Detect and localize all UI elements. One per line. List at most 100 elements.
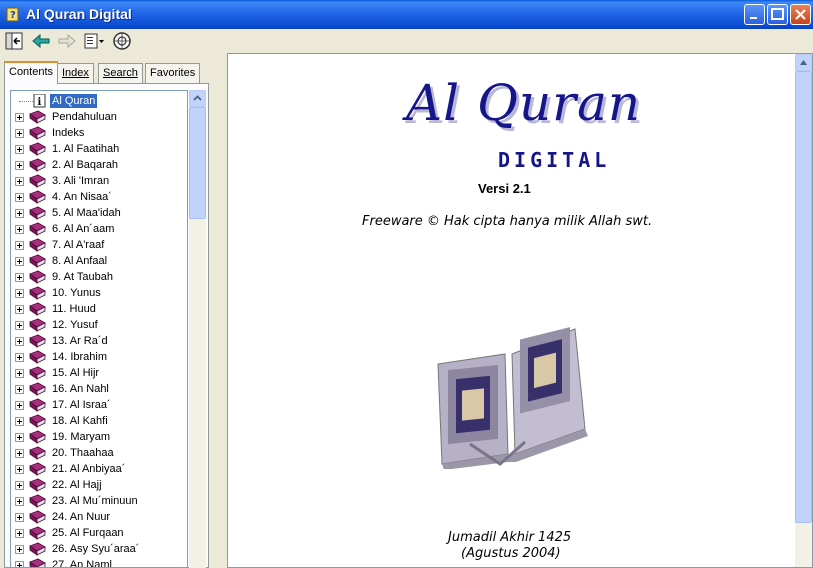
expand-icon[interactable]: [15, 353, 24, 362]
expand-icon[interactable]: [15, 433, 24, 442]
hijri-date: Jumadil Akhir 1425: [448, 530, 572, 545]
expand-icon[interactable]: [15, 129, 24, 138]
minimize-button[interactable]: [744, 4, 765, 25]
expand-icon[interactable]: [15, 193, 24, 202]
expand-icon[interactable]: [15, 273, 24, 282]
expand-icon[interactable]: [15, 417, 24, 426]
tree-item[interactable]: 12. Yusuf: [11, 317, 187, 333]
tab-search[interactable]: Search: [98, 63, 143, 83]
chevron-up-icon: [193, 95, 202, 101]
tree-item[interactable]: 2. Al Baqarah: [11, 157, 187, 173]
expand-icon[interactable]: [15, 529, 24, 538]
tree-item[interactable]: Indeks: [11, 125, 187, 141]
book-icon: [29, 254, 46, 268]
tree-item[interactable]: 19. Maryam: [11, 429, 187, 445]
expand-icon[interactable]: [15, 161, 24, 170]
expand-icon[interactable]: [15, 545, 24, 554]
tree-item[interactable]: 17. Al Israa´: [11, 397, 187, 413]
book-icon: [29, 222, 46, 236]
expand-icon[interactable]: [15, 385, 24, 394]
tree-item[interactable]: 18. Al Kahfi: [11, 413, 187, 429]
title-bar[interactable]: ? Al Quran Digital: [0, 0, 813, 29]
back-button[interactable]: [30, 31, 52, 51]
scroll-thumb[interactable]: [189, 107, 206, 219]
tree-item[interactable]: 3. Ali 'Imran: [11, 173, 187, 189]
book-icon: [29, 478, 46, 492]
tree-item[interactable]: 13. Ar Ra´d: [11, 333, 187, 349]
tree-item[interactable]: 22. Al Hajj: [11, 477, 187, 493]
expand-icon[interactable]: [15, 209, 24, 218]
contents-tree[interactable]: i Al Quran Pendahuluan Indeks 1. Al Faatihah…: [10, 90, 188, 568]
tree-item[interactable]: 15. Al Hijr: [11, 365, 187, 381]
book-icon: [29, 110, 46, 124]
svg-text:?: ?: [10, 10, 16, 21]
tree-item[interactable]: 7. Al A'raaf: [11, 237, 187, 253]
book-icon: [29, 190, 46, 204]
expand-icon[interactable]: [15, 257, 24, 266]
tree-item[interactable]: Pendahuluan: [11, 109, 187, 125]
tree-item[interactable]: 5. Al Maa'idah: [11, 205, 187, 221]
tree-item-label: 23. Al Mu´minuun: [52, 495, 138, 507]
expand-icon[interactable]: [15, 177, 24, 186]
tree-item[interactable]: 21. Al Anbiyaa´: [11, 461, 187, 477]
forward-button[interactable]: [56, 31, 78, 51]
tree-item[interactable]: 26. Asy Syu´araa´: [11, 541, 187, 557]
help-window: ? Al Quran Digital Contents Index Search…: [0, 0, 813, 568]
tab-index[interactable]: Index: [57, 63, 94, 83]
tree-item[interactable]: 1. Al Faatihah: [11, 141, 187, 157]
scroll-up-button[interactable]: [795, 54, 812, 71]
expand-icon[interactable]: [15, 369, 24, 378]
expand-icon[interactable]: [15, 225, 24, 234]
tree-item-label: 11. Huud: [52, 303, 96, 315]
tree-scrollbar[interactable]: [189, 90, 206, 568]
tree-item[interactable]: 11. Huud: [11, 301, 187, 317]
book-icon: [29, 238, 46, 252]
maximize-button[interactable]: [767, 4, 788, 25]
expand-icon[interactable]: [15, 513, 24, 522]
expand-icon[interactable]: [15, 465, 24, 474]
tree-item[interactable]: 20. Thaahaa: [11, 445, 187, 461]
copyright-text: Freeware © Hak cipta hanya milik Allah s…: [362, 214, 653, 229]
expand-icon[interactable]: [15, 337, 24, 346]
expand-icon[interactable]: [15, 241, 24, 250]
expand-icon[interactable]: [15, 561, 24, 567]
hide-button[interactable]: [3, 31, 25, 51]
scroll-thumb[interactable]: [795, 71, 812, 523]
tree-item-label: 6. Al An´aam: [52, 223, 115, 235]
scroll-up-button[interactable]: [189, 90, 206, 107]
tree-item[interactable]: 8. Al Anfaal: [11, 253, 187, 269]
content-scrollbar[interactable]: [795, 54, 812, 567]
tree-item[interactable]: 14. Ibrahim: [11, 349, 187, 365]
expand-icon[interactable]: [15, 401, 24, 410]
tree-item[interactable]: 24. An Nuur: [11, 509, 187, 525]
svg-text:i: i: [38, 97, 42, 108]
book-icon: [29, 558, 46, 567]
tree-item[interactable]: 23. Al Mu´minuun: [11, 493, 187, 509]
tree-item[interactable]: 9. At Taubah: [11, 269, 187, 285]
tree-item-label: 19. Maryam: [52, 431, 111, 443]
tree-item[interactable]: 27. An Naml: [11, 557, 187, 567]
expand-icon[interactable]: [15, 305, 24, 314]
expand-icon[interactable]: [15, 449, 24, 458]
tree-item[interactable]: 25. Al Furqaan: [11, 525, 187, 541]
tab-favorites[interactable]: Favorites: [145, 63, 201, 83]
close-button[interactable]: [790, 4, 811, 25]
expand-icon[interactable]: [15, 289, 24, 298]
tree-item-label: 20. Thaahaa: [52, 447, 114, 459]
expand-icon[interactable]: [15, 481, 24, 490]
web-help-button[interactable]: [111, 31, 133, 51]
tab-label: Favorites: [150, 67, 196, 79]
expand-icon[interactable]: [15, 497, 24, 506]
tree-item[interactable]: 6. Al An´aam: [11, 221, 187, 237]
expand-icon[interactable]: [15, 321, 24, 330]
book-icon: [29, 286, 46, 300]
book-icon: [29, 334, 46, 348]
options-button[interactable]: [82, 31, 104, 51]
tree-item[interactable]: 4. An Nisaa´: [11, 189, 187, 205]
expand-icon[interactable]: [15, 113, 24, 122]
tab-contents[interactable]: Contents: [4, 61, 59, 84]
tree-item[interactable]: 10. Yunus: [11, 285, 187, 301]
expand-icon[interactable]: [15, 145, 24, 154]
tree-item-selected[interactable]: i Al Quran: [11, 93, 187, 109]
tree-item[interactable]: 16. An Nahl: [11, 381, 187, 397]
